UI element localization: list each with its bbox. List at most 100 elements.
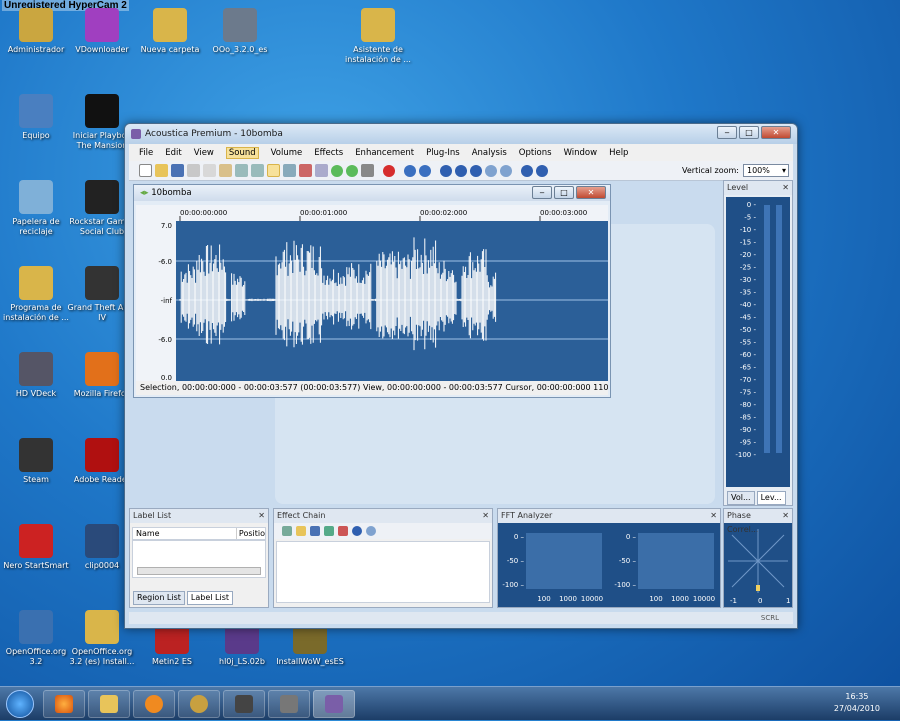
- wave-close-button[interactable]: ✕: [576, 186, 606, 199]
- paste-icon[interactable]: [219, 164, 232, 177]
- windows-logo-icon: [6, 689, 34, 718]
- desktop-icon[interactable]: OpenOffice.org 3.2: [0, 610, 72, 667]
- phase-tick: 0: [758, 597, 762, 605]
- db-tick-label: -6.0: [158, 336, 172, 344]
- menu-view[interactable]: View: [194, 148, 214, 158]
- steam-icon: [235, 694, 253, 713]
- save-file-icon[interactable]: [171, 164, 184, 177]
- desktop-icon[interactable]: Nueva carpeta: [134, 8, 206, 55]
- menu-volume[interactable]: Volume: [271, 148, 303, 158]
- taskbar-acoustica[interactable]: [313, 689, 355, 718]
- column-name[interactable]: Name: [133, 528, 237, 539]
- desktop-icon[interactable]: Programa de instalación de ...: [0, 266, 72, 323]
- taskbar-hypercam[interactable]: [268, 689, 310, 718]
- desktop-icon[interactable]: Equipo: [0, 94, 72, 141]
- acoustica-window[interactable]: Acoustica Premium - 10bomba ‒ □ ✕ File Ed…: [124, 123, 798, 629]
- menu-plugins[interactable]: Plug-Ins: [426, 148, 460, 158]
- green-loop-icon[interactable]: [346, 164, 358, 177]
- desktop-icon[interactable]: OOo_3.2.0_es: [204, 8, 276, 55]
- forward-icon[interactable]: [521, 164, 533, 177]
- taskbar-explorer[interactable]: [88, 689, 130, 718]
- marker-tool-icon[interactable]: [299, 164, 312, 177]
- taskbar-media-player[interactable]: [133, 689, 175, 718]
- tab-level[interactable]: Lev...: [756, 491, 786, 505]
- cut-icon[interactable]: [187, 164, 200, 177]
- open-file-icon[interactable]: [155, 164, 168, 177]
- effect-chain-area[interactable]: [276, 541, 490, 603]
- horizontal-scrollbar[interactable]: [137, 567, 261, 575]
- add-effect-icon[interactable]: [282, 526, 292, 536]
- menu-window[interactable]: Window: [564, 148, 598, 158]
- window-title: Acoustica Premium - 10bomba: [145, 129, 283, 139]
- taskbar-steam[interactable]: [223, 689, 265, 718]
- desktop-icon[interactable]: VDownloader: [66, 8, 138, 55]
- play-chain-icon[interactable]: [352, 526, 362, 536]
- close-icon[interactable]: ✕: [710, 509, 717, 523]
- play-icon[interactable]: [440, 164, 452, 177]
- move-down-icon[interactable]: [324, 526, 334, 536]
- desktop-icon-label: Nero StartSmart: [3, 561, 69, 570]
- maximize-button[interactable]: □: [739, 126, 759, 139]
- open-chain-icon[interactable]: [296, 526, 306, 536]
- redo-icon[interactable]: [251, 164, 264, 177]
- close-icon[interactable]: ✕: [482, 509, 489, 523]
- back-icon[interactable]: [419, 164, 431, 177]
- tab-region-list[interactable]: Region List: [133, 591, 185, 605]
- start-button[interactable]: [0, 687, 40, 721]
- menu-enhancement[interactable]: Enhancement: [355, 148, 414, 158]
- menu-sound[interactable]: Sound: [225, 146, 259, 159]
- desktop-icon[interactable]: Administrador: [0, 8, 72, 55]
- close-icon[interactable]: ✕: [782, 181, 789, 195]
- wave-restore-button[interactable]: □: [554, 186, 574, 199]
- window-titlebar[interactable]: Acoustica Premium - 10bomba: [125, 124, 797, 144]
- desktop-icon-label: Programa de instalación de ...: [3, 303, 69, 322]
- wave-minimize-button[interactable]: ‒: [532, 186, 552, 199]
- tab-label-list[interactable]: Label List: [186, 591, 234, 605]
- green-play-icon[interactable]: [331, 164, 343, 177]
- rewind-icon[interactable]: [404, 164, 416, 177]
- desktop-icon-label: Nueva carpeta: [140, 45, 200, 54]
- taskbar-wow[interactable]: [178, 689, 220, 718]
- zoom-tool-icon[interactable]: [283, 164, 296, 177]
- menu-analysis[interactable]: Analysis: [472, 148, 507, 158]
- column-position[interactable]: Positio: [237, 528, 265, 539]
- desktop-icon[interactable]: Papelera de reciclaje: [0, 180, 72, 237]
- grid-icon[interactable]: [361, 164, 374, 177]
- copy-icon[interactable]: [203, 164, 216, 177]
- close-button[interactable]: ✕: [761, 126, 791, 139]
- system-clock[interactable]: 16:35 27/04/2010: [834, 691, 880, 715]
- play-selection-icon[interactable]: [455, 164, 467, 177]
- menu-file[interactable]: File: [139, 148, 153, 158]
- waveform-plot[interactable]: 00:00:00:000 00:00:01:000 00:00:02:000 00:0…: [136, 205, 608, 381]
- desktop-icon[interactable]: HD VDeck: [0, 352, 72, 399]
- tab-volume[interactable]: Vol...: [727, 491, 755, 505]
- end-icon[interactable]: [536, 164, 548, 177]
- menu-effects[interactable]: Effects: [314, 148, 343, 158]
- waveform-window[interactable]: ◂▸ 10bomba ‒ □ ✕ 00:00:00:000 00:00:01:00…: [133, 184, 611, 398]
- tool-icon[interactable]: [315, 164, 328, 177]
- close-icon[interactable]: ✕: [258, 509, 265, 523]
- clock-time: 16:35: [845, 692, 869, 701]
- vertical-zoom-select[interactable]: 100% ▾: [743, 164, 789, 177]
- record-icon[interactable]: [383, 164, 395, 177]
- fft-y-tick: 0 –: [514, 533, 525, 541]
- menu-edit[interactable]: Edit: [165, 148, 181, 158]
- delete-effect-icon[interactable]: [338, 526, 348, 536]
- menu-help[interactable]: Help: [609, 148, 628, 158]
- undo-icon[interactable]: [235, 164, 248, 177]
- taskbar-firefox[interactable]: [43, 689, 85, 718]
- desktop-icon[interactable]: Asistente de instalación de ...: [342, 8, 414, 65]
- minimize-button[interactable]: ‒: [717, 126, 737, 139]
- desktop-icon[interactable]: Nero StartSmart: [0, 524, 72, 571]
- stop-icon[interactable]: [500, 164, 512, 177]
- record-chain-icon[interactable]: [366, 526, 376, 536]
- loop-icon[interactable]: [470, 164, 482, 177]
- select-tool-icon[interactable]: [267, 164, 280, 177]
- menu-options[interactable]: Options: [519, 148, 552, 158]
- save-chain-icon[interactable]: [310, 526, 320, 536]
- close-icon[interactable]: ✕: [782, 509, 789, 523]
- pause-icon[interactable]: [485, 164, 497, 177]
- desktop-icon[interactable]: Steam: [0, 438, 72, 485]
- new-file-icon[interactable]: [139, 164, 152, 177]
- label-list-title: Label List: [133, 511, 172, 520]
